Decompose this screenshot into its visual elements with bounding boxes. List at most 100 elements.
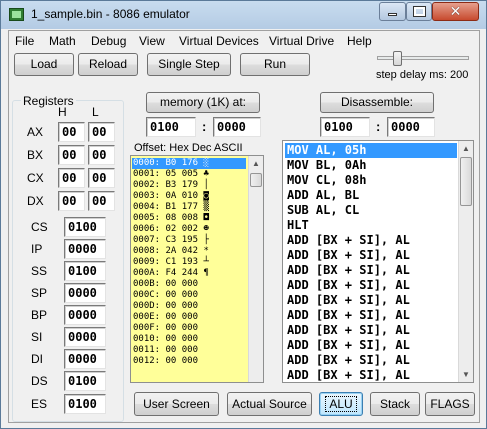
disassembly-line[interactable]: ADD [BX + SI], AL	[285, 323, 457, 338]
disassembly-line[interactable]: ADD [BX + SI], AL	[285, 293, 457, 308]
memory-line[interactable]: 0007: C3 195 ├	[133, 235, 247, 246]
register-ip-field[interactable]: 0000	[64, 239, 106, 259]
load-button[interactable]: Load	[14, 53, 74, 76]
disassembly-line[interactable]: SUB AL, CL	[285, 203, 457, 218]
disassembly-line[interactable]: ADD [BX + SI], AL	[285, 368, 457, 382]
memory-line[interactable]: 000D: 00 000	[133, 301, 247, 312]
disassembly-scroll-thumb[interactable]	[460, 157, 472, 206]
register-ip-label: IP	[31, 242, 43, 256]
stack-button[interactable]: Stack	[370, 392, 420, 416]
register-si-field[interactable]: 0000	[64, 327, 106, 347]
memory-list-header: Offset: Hex Dec ASCII	[134, 142, 243, 154]
register-si-label: SI	[31, 330, 43, 344]
memory-line[interactable]: 0003: 0A 010 ◙	[133, 191, 247, 202]
memory-line[interactable]: 0004: B1 177 ▒	[133, 202, 247, 213]
menu-virtual-drive[interactable]: Virtual Drive	[269, 34, 334, 48]
scroll-down-icon[interactable]: ▼	[459, 367, 473, 382]
window-title: 1_sample.bin - 8086 emulator	[31, 7, 190, 21]
disassembly-line[interactable]: HLT	[285, 218, 457, 233]
close-button[interactable]: ✕	[432, 2, 479, 21]
disassembly-line[interactable]: ADD [BX + SI], AL	[285, 248, 457, 263]
memory-line[interactable]: 0009: C1 193 ┴	[133, 257, 247, 268]
disassemble-address-separator: :	[376, 119, 381, 134]
user-screen-button[interactable]: User Screen	[134, 392, 219, 416]
register-sp-label: SP	[31, 286, 48, 300]
register-ss-field[interactable]: 0100	[64, 261, 106, 281]
memory-line[interactable]: 0010: 00 000	[133, 334, 247, 345]
menu-view[interactable]: View	[139, 34, 165, 48]
register-cl-field[interactable]: 00	[88, 168, 115, 188]
menu-virtual-devices[interactable]: Virtual Devices	[179, 34, 259, 48]
scroll-up-icon[interactable]: ▲	[249, 156, 263, 171]
disassembly-line[interactable]: ADD [BX + SI], AL	[285, 263, 457, 278]
disassembly-line[interactable]: ADD [BX + SI], AL	[285, 338, 457, 353]
register-dl-field[interactable]: 00	[88, 191, 115, 211]
register-di-label: DI	[31, 352, 43, 366]
step-delay-label: step delay ms: 200	[376, 69, 469, 81]
step-delay-slider-track[interactable]	[377, 56, 469, 60]
memory-segment-input[interactable]: 0100	[146, 117, 196, 137]
disassembly-line[interactable]: ADD [BX + SI], AL	[285, 233, 457, 248]
register-sp-field[interactable]: 0000	[64, 283, 106, 303]
memory-line[interactable]: 000A: F4 244 ¶	[133, 268, 247, 279]
register-bh-field[interactable]: 00	[58, 145, 85, 165]
run-button[interactable]: Run	[240, 53, 310, 76]
memory-offset-input[interactable]: 0000	[213, 117, 261, 137]
disassembly-line[interactable]: MOV BL, 0Ah	[285, 158, 457, 173]
disassembly-line[interactable]: MOV AL, 05h	[285, 143, 457, 158]
menu-math[interactable]: Math	[49, 34, 76, 48]
memory-line[interactable]: 0012: 00 000	[133, 356, 247, 367]
register-bl-field[interactable]: 00	[88, 145, 115, 165]
memory-line[interactable]: 000E: 00 000	[133, 312, 247, 323]
reload-button[interactable]: Reload	[78, 53, 138, 76]
menu-file[interactable]: File	[15, 34, 34, 48]
memory-line[interactable]: 000B: 00 000	[133, 279, 247, 290]
maximize-button[interactable]	[406, 2, 432, 21]
memory-line[interactable]: 0001: 05 005 ♣	[133, 169, 247, 180]
disassembly-line[interactable]: ADD [BX + SI], AL	[285, 278, 457, 293]
minimize-button[interactable]	[379, 2, 406, 21]
low-byte-header: L	[92, 105, 99, 119]
memory-line[interactable]: 000C: 00 000	[133, 290, 247, 301]
flags-button[interactable]: FLAGS	[425, 392, 475, 416]
register-cs-field[interactable]: 0100	[64, 217, 106, 237]
disassembly-line[interactable]: MOV CL, 08h	[285, 173, 457, 188]
memory-line[interactable]: 0011: 00 000	[133, 345, 247, 356]
alu-button-label: ALU	[325, 396, 357, 412]
disassemble-button[interactable]: Disassemble:	[320, 92, 434, 113]
memory-line[interactable]: 0005: 08 008 ◘	[133, 213, 247, 224]
register-dh-field[interactable]: 00	[58, 191, 85, 211]
title-bar[interactable]: 1_sample.bin - 8086 emulator ✕	[1, 1, 486, 29]
memory-list[interactable]: 0000: B0 176 ░ 0001: 05 005 ♣ 0002: B3 1…	[130, 155, 264, 383]
memory-line[interactable]: 000F: 00 000	[133, 323, 247, 334]
disassembly-list[interactable]: MOV AL, 05h MOV BL, 0Ah MOV CL, 08h ADD …	[282, 140, 474, 383]
register-di-field[interactable]: 0000	[64, 349, 106, 369]
menu-help[interactable]: Help	[347, 34, 372, 48]
register-ds-field[interactable]: 0100	[64, 371, 106, 391]
memory-line[interactable]: 0002: B3 179 │	[133, 180, 247, 191]
memory-line[interactable]: 0006: 02 002 ☻	[133, 224, 247, 235]
memory-at-button[interactable]: memory (1K) at:	[146, 92, 260, 113]
alu-button[interactable]: ALU	[319, 392, 363, 416]
single-step-button[interactable]: Single Step	[147, 53, 231, 76]
disassembly-line[interactable]: ADD [BX + SI], AL	[285, 308, 457, 323]
register-ch-field[interactable]: 00	[58, 168, 85, 188]
register-bp-field[interactable]: 0000	[64, 305, 106, 325]
step-delay-slider-thumb[interactable]	[393, 51, 402, 66]
disassemble-segment-input[interactable]: 0100	[320, 117, 370, 137]
disassembly-scrollbar[interactable]: ▲ ▼	[458, 141, 473, 382]
register-es-field[interactable]: 0100	[64, 394, 106, 414]
disassemble-offset-input[interactable]: 0000	[387, 117, 435, 137]
memory-line[interactable]: 0000: B0 176 ░	[132, 158, 246, 169]
memory-line[interactable]: 0008: 2A 042 *	[133, 246, 247, 257]
actual-source-button[interactable]: Actual Source	[227, 392, 312, 416]
disassembly-line[interactable]: ADD AL, BL	[285, 188, 457, 203]
disassembly-line[interactable]: ADD [BX + SI], AL	[285, 353, 457, 368]
memory-scrollbar[interactable]: ▲	[248, 156, 263, 382]
scroll-up-icon[interactable]: ▲	[459, 141, 473, 156]
register-al-field[interactable]: 00	[88, 122, 115, 142]
menu-debug[interactable]: Debug	[91, 34, 126, 48]
register-ah-field[interactable]: 00	[58, 122, 85, 142]
register-cx-label: CX	[27, 171, 44, 185]
memory-scroll-thumb[interactable]	[250, 173, 262, 187]
